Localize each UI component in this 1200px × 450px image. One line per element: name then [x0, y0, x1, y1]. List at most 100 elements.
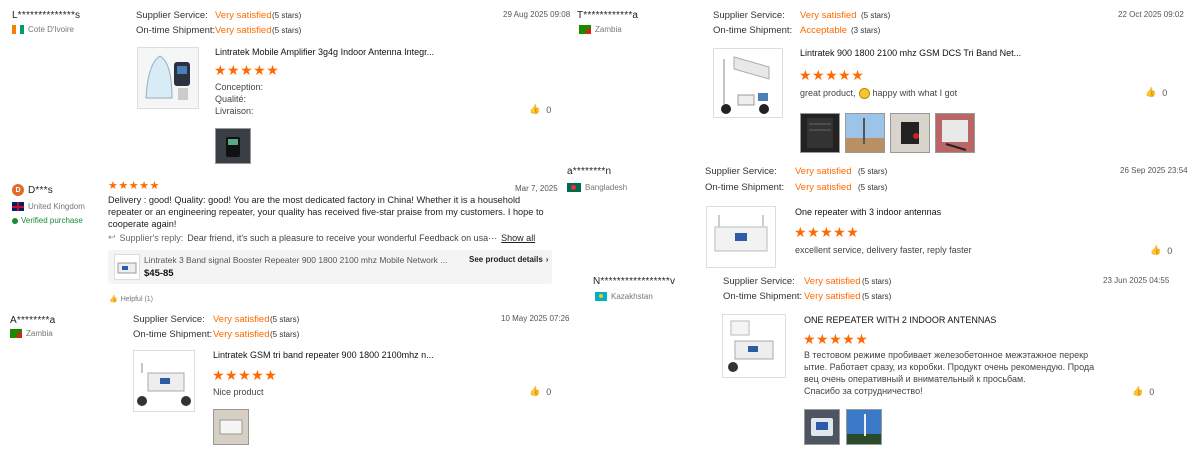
ontime-shipment-stars: (5 stars)	[858, 183, 888, 192]
show-all-link[interactable]: Show all	[501, 233, 535, 243]
product-title-link[interactable]: Lintratek Mobile Amplifier 3g4g Indoor A…	[215, 47, 434, 57]
helpful-button[interactable]: 👍 Helpful (1)	[109, 295, 153, 304]
country-name: Zambia	[595, 25, 622, 34]
thumbs-up-icon: 👍	[109, 296, 118, 303]
review-date: 29 Aug 2025 09:08	[503, 10, 571, 19]
review-text: Nice product	[213, 387, 264, 397]
review-photo[interactable]	[845, 113, 885, 153]
bangladesh-flag-icon	[567, 183, 581, 192]
supplier-service-label: Supplier Service:	[133, 314, 205, 325]
reply-arrow-icon: ↩	[108, 232, 116, 242]
review-text-part: happy with what I got	[872, 88, 958, 98]
like-button[interactable]: 👍 0	[1150, 245, 1172, 256]
reviewer-country: Kazakhstan	[595, 292, 653, 301]
chevron-right-icon: ›	[545, 255, 549, 264]
ontime-shipment-stars: (5 stars)	[272, 26, 302, 35]
product-title-link[interactable]: ONE REPEATER WITH 2 INDOOR ANTENNAS	[804, 315, 996, 325]
review-photo[interactable]	[804, 409, 840, 445]
product-image[interactable]	[722, 314, 786, 378]
verified-badge: Verified purchase	[12, 216, 83, 225]
kazakhstan-flag-icon	[595, 292, 607, 301]
product-title-link[interactable]: One repeater with 3 indoor antennas	[795, 207, 941, 217]
product-card[interactable]: Lintratek 3 Band signal Booster Repeater…	[108, 250, 552, 284]
reviewer-country: Cote D'Ivoire	[12, 25, 74, 34]
reviewer: D D***s	[12, 184, 53, 196]
rating-stars: ★★★★★	[212, 367, 278, 383]
reviewer-name: A********a	[10, 315, 56, 326]
like-count: 0	[1167, 245, 1173, 256]
ontime-shipment-label: On-time Shipment:	[133, 329, 213, 340]
product-image[interactable]	[137, 47, 199, 109]
product-image[interactable]	[133, 350, 195, 412]
like-button[interactable]: 👍 0	[529, 386, 551, 397]
rating-stars: ★★★★★	[214, 62, 280, 78]
ontime-shipment-stars: (5 stars)	[862, 292, 892, 301]
supplier-service-label: Supplier Service:	[136, 10, 208, 21]
review-photo[interactable]	[213, 409, 249, 445]
review-line: Qualité:	[215, 94, 247, 104]
review-line: Спасибо за сотрудничество!	[804, 386, 923, 396]
product-title-link[interactable]: Lintratek GSM tri band repeater 900 1800…	[213, 350, 434, 360]
smiley-emoji-icon	[858, 87, 870, 99]
reviewer-name: D***s	[28, 184, 53, 196]
country-name: United Kingdom	[28, 202, 85, 211]
product-card-title: Lintratek 3 Band signal Booster Repeater…	[144, 255, 448, 265]
see-product-details-link[interactable]: See product details ›	[469, 255, 548, 264]
supplier-service-stars: (5 stars)	[861, 11, 891, 20]
supplier-reply: ↩ Supplier's reply: Dear friend, it's su…	[108, 232, 553, 243]
ontime-shipment-stars: (3 stars)	[851, 26, 881, 35]
like-count: 0	[546, 104, 552, 115]
like-count: 0	[1162, 87, 1168, 98]
review-date: 22 Oct 2025 09:02	[1118, 10, 1184, 19]
review-photo[interactable]	[846, 409, 882, 445]
like-count: 0	[546, 386, 552, 397]
review-photo[interactable]	[800, 113, 840, 153]
thumbs-up-icon: 👍	[1132, 386, 1144, 396]
thumbs-up-icon: 👍	[529, 386, 541, 396]
reviewer-country: Zambia	[579, 25, 622, 34]
reviewer-name: N*****************v	[593, 276, 676, 287]
review-line: Conception:	[215, 82, 264, 92]
thumbs-up-icon: 👍	[1145, 87, 1157, 97]
review-photo[interactable]	[935, 113, 975, 153]
rating-stars: ★★★★★	[794, 224, 860, 240]
supplier-service-value: Very satisfied	[215, 10, 272, 21]
like-button[interactable]: 👍 0	[1132, 386, 1154, 397]
like-button[interactable]: 👍 0	[1145, 87, 1167, 98]
zambia-flag-icon	[10, 329, 22, 338]
ontime-shipment-label: On-time Shipment:	[723, 291, 803, 302]
review-text-part: great product,	[800, 88, 856, 98]
country-name: Bangladesh	[585, 183, 628, 192]
country-name: Zambia	[26, 329, 53, 338]
review-line: вец очень оперативный и внимательный к п…	[804, 374, 1026, 384]
supplier-service-value: Very satisfied	[804, 276, 861, 287]
ontime-shipment-stars: (5 stars)	[270, 330, 300, 339]
country-name: Cote D'Ivoire	[28, 25, 74, 34]
ontime-shipment-value: Very satisfied	[795, 182, 852, 193]
uk-flag-icon	[12, 202, 24, 211]
like-count: 0	[1149, 386, 1155, 397]
verified-label: Verified purchase	[21, 216, 83, 225]
thumbs-up-icon: 👍	[1150, 245, 1162, 255]
review-photo[interactable]	[890, 113, 930, 153]
supplier-service-value: Very satisfied	[800, 10, 857, 21]
ontime-shipment-value: Very satisfied	[804, 291, 861, 302]
supplier-service-stars: (5 stars)	[270, 315, 300, 324]
review-date: 10 May 2025 07:26	[501, 314, 570, 323]
like-button[interactable]: 👍 0	[529, 104, 551, 115]
ontime-shipment-value: Acceptable	[800, 25, 848, 36]
ontime-shipment-value: Very satisfied	[215, 25, 272, 36]
review-text: Delivery : good! Quality: good! You are …	[108, 195, 544, 229]
product-image[interactable]	[713, 48, 783, 118]
product-image[interactable]	[706, 206, 776, 268]
review-date: 23 Jun 2025 04:55	[1103, 276, 1170, 285]
supplier-service-label: Supplier Service:	[713, 10, 785, 21]
supplier-service-stars: (5 stars)	[858, 167, 888, 176]
review-text: great product, happy with what I got	[800, 87, 957, 99]
review-date: Mar 7, 2025	[515, 184, 558, 193]
reviewer-country: Zambia	[10, 329, 53, 338]
review-photo[interactable]	[215, 128, 251, 164]
zambia-flag-icon	[579, 25, 591, 34]
product-title-link[interactable]: Lintratek 900 1800 2100 mhz GSM DCS Tri …	[800, 48, 1021, 58]
rating-stars: ★★★★★	[799, 67, 865, 83]
